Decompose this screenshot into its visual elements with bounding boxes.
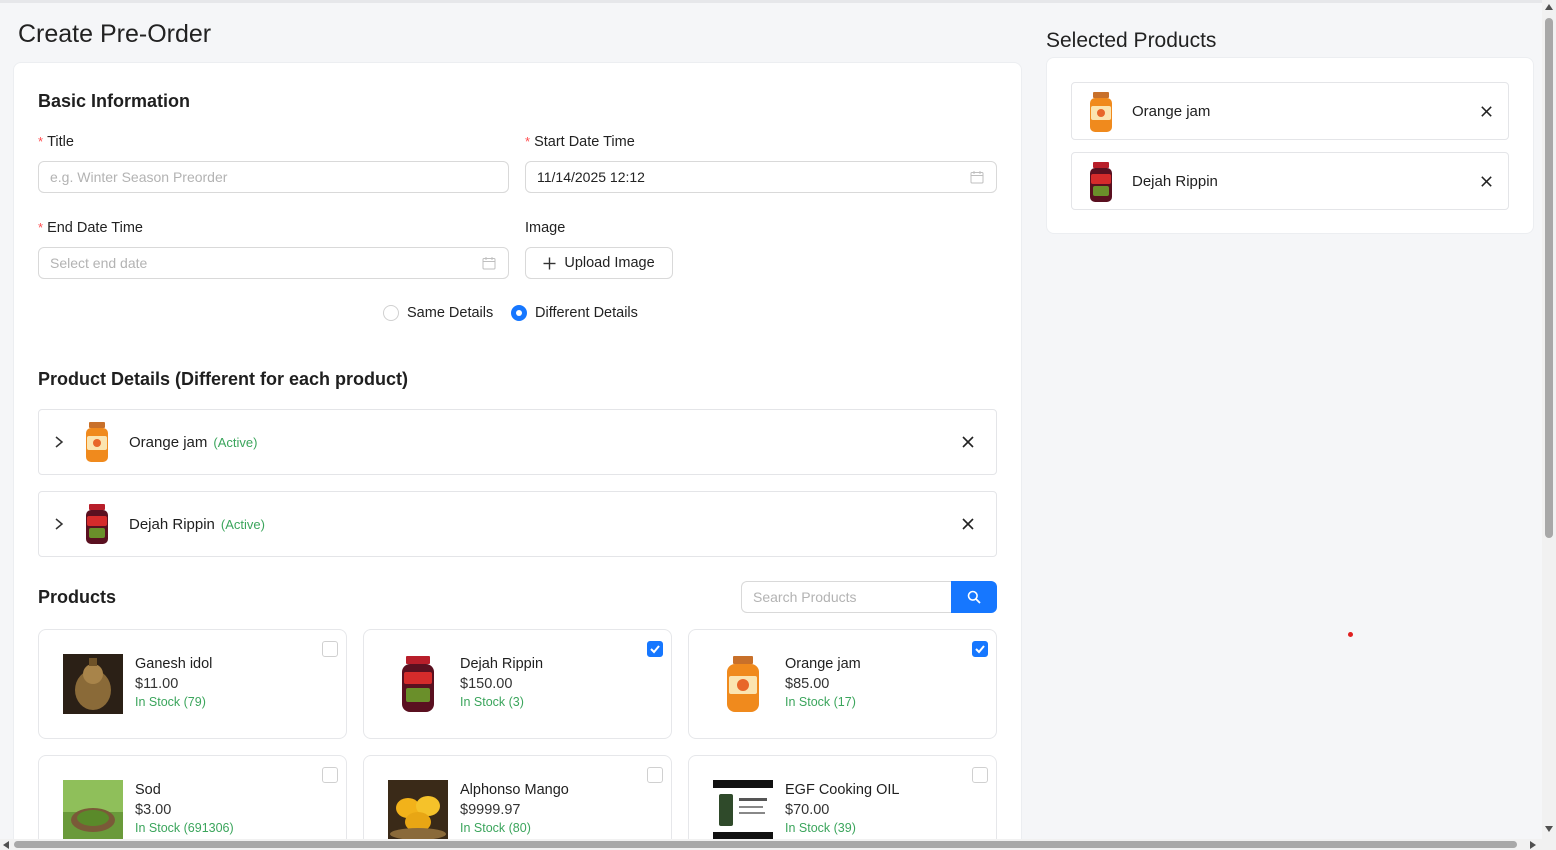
upload-image-label: Upload Image: [564, 255, 655, 271]
radio-circle-selected[interactable]: [511, 305, 527, 321]
product-card[interactable]: Orange jam $85.00 In Stock (17): [688, 629, 997, 739]
radio-label: Different Details: [535, 305, 638, 321]
product-card[interactable]: Sod $3.00 In Stock (691306): [38, 755, 347, 850]
calendar-icon: [970, 171, 984, 184]
stock-status: In Stock (3): [460, 695, 524, 709]
product-detail-item[interactable]: Orange jam (Active): [38, 409, 997, 475]
radio-same-details[interactable]: Same Details: [383, 305, 493, 321]
dejah-rippin-thumbnail: [1090, 162, 1112, 202]
ganesh-idol-image: [63, 654, 123, 714]
orange-jam-thumbnail: [86, 422, 108, 462]
product-detail-item[interactable]: Dejah Rippin (Active): [38, 491, 997, 557]
product-price: $150.00: [460, 676, 513, 692]
product-card[interactable]: Ganesh idol $11.00 In Stock (79): [38, 629, 347, 739]
scroll-down-arrow-icon[interactable]: [1545, 826, 1553, 832]
status-badge: (Active): [213, 435, 258, 450]
end-date-input[interactable]: Select end date: [38, 247, 509, 279]
plus-icon: [543, 257, 556, 269]
product-checkbox-checked[interactable]: [647, 641, 663, 657]
vertical-scroll-thumb[interactable]: [1545, 18, 1553, 538]
selected-product-name: Dejah Rippin: [1132, 173, 1218, 190]
check-icon: [975, 645, 985, 654]
stock-status: In Stock (80): [460, 821, 531, 835]
alphonso-mango-image: [388, 780, 448, 840]
stock-status: In Stock (691306): [135, 821, 234, 835]
upload-image-button[interactable]: Upload Image: [525, 247, 673, 279]
selected-product-name: Orange jam: [1132, 103, 1211, 120]
orange-jam-image: [713, 654, 773, 714]
product-price: $85.00: [785, 676, 830, 692]
start-date-input[interactable]: 11/14/2025 12:12: [525, 161, 997, 193]
scroll-right-arrow-icon[interactable]: [1530, 841, 1536, 849]
radio-label: Same Details: [407, 305, 494, 321]
end-date-label: * End Date Time: [38, 220, 143, 236]
chevron-right-icon[interactable]: [53, 435, 65, 449]
sod-image: [63, 780, 123, 840]
close-icon[interactable]: [960, 434, 976, 450]
product-card[interactable]: Alphonso Mango $9999.97 In Stock (80): [363, 755, 672, 850]
product-name: Alphonso Mango: [460, 782, 569, 798]
title-label: * Title: [38, 134, 74, 150]
product-name: Dejah Rippin: [460, 656, 544, 672]
product-checkbox-checked[interactable]: [972, 641, 988, 657]
egf-cooking-oil-image: [713, 780, 773, 840]
product-price: $9999.97: [460, 802, 521, 818]
status-badge: (Active): [220, 517, 265, 532]
product-price: $70.00: [785, 802, 830, 818]
chevron-right-icon[interactable]: [53, 517, 65, 531]
product-detail-name: Dejah Rippin (Active): [129, 516, 265, 533]
selected-product-item: Orange jam: [1071, 82, 1509, 140]
title-input[interactable]: e.g. Winter Season Preorder: [38, 161, 509, 193]
product-name: EGF Cooking OIL: [785, 782, 900, 798]
radio-circle[interactable]: [383, 305, 399, 321]
check-icon: [650, 645, 660, 654]
product-name: Ganesh idol: [135, 656, 213, 672]
product-card[interactable]: Dejah Rippin $150.00 In Stock (3): [363, 629, 672, 739]
product-detail-name: Orange jam (Active): [129, 434, 258, 451]
dejah-rippin-image: [388, 654, 448, 714]
product-details-heading: Product Details (Different for each prod…: [38, 369, 409, 389]
close-icon[interactable]: [1479, 174, 1494, 189]
close-icon[interactable]: [960, 516, 976, 532]
product-price: $11.00: [135, 676, 179, 692]
product-checkbox[interactable]: [972, 767, 988, 783]
stock-status: In Stock (79): [135, 695, 206, 709]
product-name: Sod: [135, 782, 161, 798]
selected-products-card: Orange jam Dejah Rippin: [1046, 57, 1534, 234]
products-heading: Products: [38, 587, 117, 607]
horizontal-scrollbar[interactable]: [0, 839, 1542, 850]
stock-status: In Stock (17): [785, 695, 856, 709]
radio-different-details[interactable]: Different Details: [511, 305, 638, 321]
vertical-scrollbar[interactable]: [1542, 0, 1556, 850]
dejah-rippin-thumbnail: [86, 504, 108, 544]
product-name: Orange jam: [785, 656, 861, 672]
product-checkbox[interactable]: [322, 641, 338, 657]
product-price: $3.00: [135, 802, 172, 818]
selected-product-item: Dejah Rippin: [1071, 152, 1509, 210]
scroll-left-arrow-icon[interactable]: [3, 841, 9, 849]
top-border: [0, 0, 1542, 3]
horizontal-scroll-thumb[interactable]: [14, 841, 1517, 848]
search-icon: [967, 590, 981, 604]
stock-status: In Stock (39): [785, 821, 856, 835]
selected-products-heading: Selected Products: [1046, 29, 1217, 52]
page-title: Create Pre-Order: [18, 20, 212, 48]
image-label: Image: [525, 220, 566, 236]
search-products-input[interactable]: Search Products: [741, 581, 952, 613]
product-card[interactable]: EGF Cooking OIL $70.00 In Stock (39): [688, 755, 997, 850]
orange-jam-thumbnail: [1090, 92, 1112, 132]
calendar-icon: [482, 257, 496, 270]
search-button[interactable]: [951, 581, 997, 613]
scroll-up-arrow-icon[interactable]: [1545, 4, 1553, 10]
start-date-label: * Start Date Time: [525, 134, 635, 150]
cursor-indicator: [1348, 632, 1353, 637]
basic-info-heading: Basic Information: [38, 91, 191, 111]
product-checkbox[interactable]: [322, 767, 338, 783]
close-icon[interactable]: [1479, 104, 1494, 119]
product-checkbox[interactable]: [647, 767, 663, 783]
